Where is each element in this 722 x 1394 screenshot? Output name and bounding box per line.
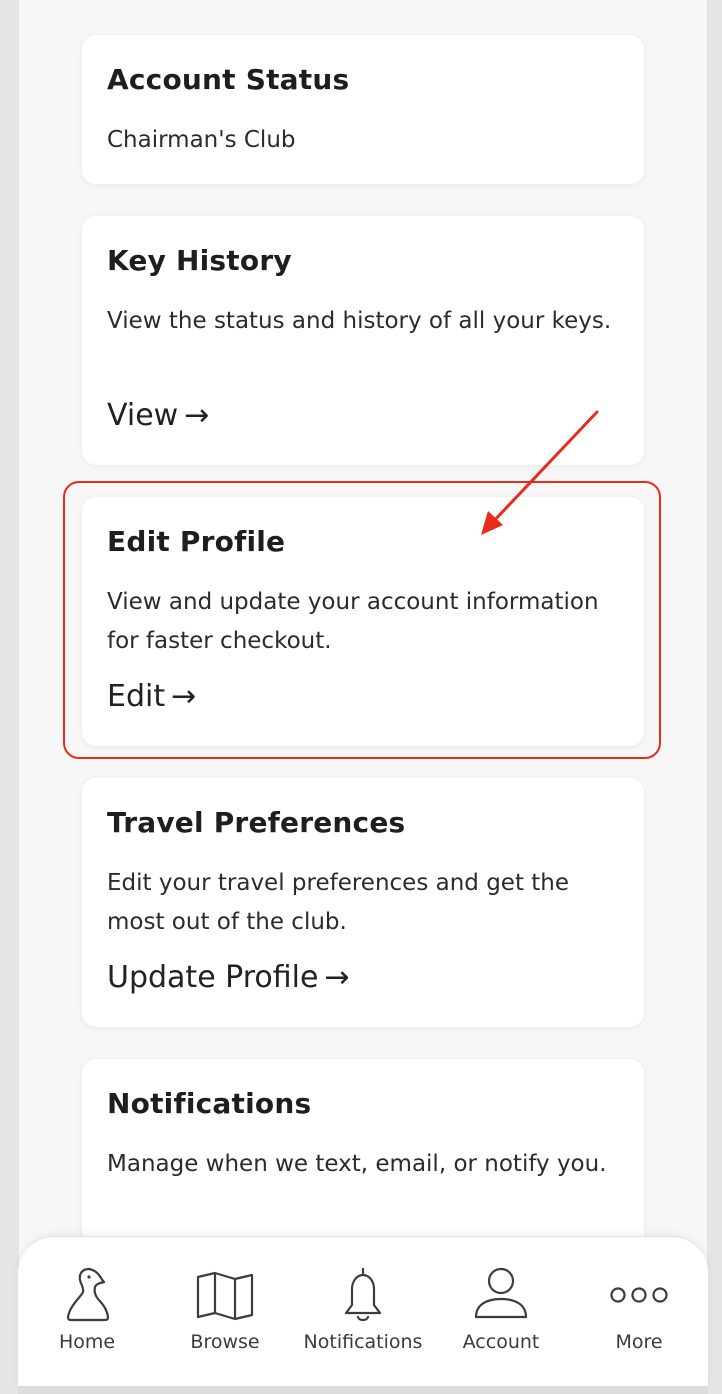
card-description: Chairman's Club [107, 127, 296, 153]
link-label: Update Profile [107, 960, 319, 995]
map-icon [196, 1271, 254, 1321]
card-title: Travel Preferences [107, 806, 406, 839]
bird-icon [66, 1267, 110, 1322]
tab-account[interactable]: Account [432, 1265, 570, 1375]
view-link[interactable]: View → [107, 398, 209, 433]
tab-browse[interactable]: Browse [156, 1265, 294, 1375]
link-label: View [107, 398, 179, 433]
update-profile-link[interactable]: Update Profile → [107, 960, 350, 995]
edit-link[interactable]: Edit → [107, 679, 196, 714]
card-description: View and update your account information… [107, 589, 599, 654]
key-history-card: Key History View the status and history … [82, 216, 644, 465]
card-description: Manage when we text, email, or notify yo… [107, 1151, 607, 1177]
link-label: Edit [107, 679, 166, 714]
edit-profile-card: Edit Profile View and update your accoun… [82, 497, 644, 746]
card-title: Notifications [107, 1087, 312, 1120]
tab-more[interactable]: More [570, 1265, 708, 1375]
bottom-tab-bar: Home Browse Notifications Account More [18, 1236, 708, 1386]
card-title: Edit Profile [107, 525, 286, 558]
person-icon [474, 1267, 528, 1319]
bell-icon [344, 1267, 382, 1322]
card-description: Edit your travel preferences and get the… [107, 870, 570, 935]
dots-icon [610, 1287, 668, 1303]
tab-notifications[interactable]: Notifications [294, 1265, 432, 1375]
tab-label: Browse [190, 1331, 260, 1353]
tab-label: Home [58, 1331, 116, 1353]
tab-label: More [615, 1331, 663, 1353]
tab-home[interactable]: Home [18, 1265, 156, 1375]
arrow-right-icon: → [324, 960, 350, 995]
account-status-card: Account Status Chairman's Club [82, 35, 644, 184]
card-description: View the status and history of all your … [107, 308, 612, 334]
arrow-right-icon: → [171, 679, 197, 714]
card-title: Key History [107, 244, 292, 277]
tab-label: Account [462, 1331, 540, 1353]
arrow-right-icon: → [184, 398, 210, 433]
home-indicator-strip [18, 1386, 708, 1394]
tab-label: Notifications [303, 1331, 423, 1353]
travel-preferences-card: Travel Preferences Edit your travel pref… [82, 778, 644, 1027]
card-title: Account Status [107, 63, 350, 96]
